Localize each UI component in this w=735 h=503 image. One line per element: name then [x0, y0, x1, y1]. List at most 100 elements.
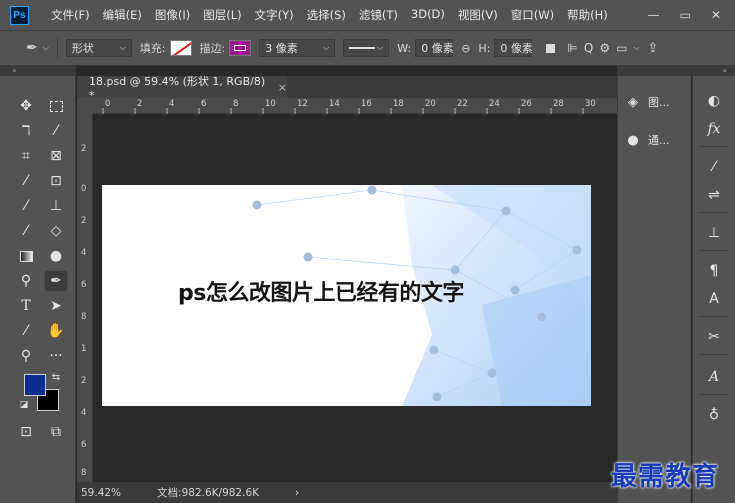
- dodge-tool-icon[interactable]: ⚲: [15, 271, 37, 291]
- blur-tool-icon[interactable]: ●: [45, 246, 67, 266]
- stroke-width-select[interactable]: 3 像素 ⌵: [259, 39, 336, 57]
- ruler-corner[interactable]: [77, 98, 93, 114]
- options-bar: ✒ ⌵ 形状 ⌵ 填充: 描边: 3 像素 ⌵ ⌵ W: 0 像素 ⊖ H: 0: [0, 30, 735, 66]
- glyphs-icon[interactable]: A: [701, 366, 727, 388]
- app-logo: Ps: [10, 5, 29, 25]
- stroke-swatch[interactable]: [229, 40, 252, 56]
- history-brush-tool-icon[interactable]: ⁄: [15, 221, 37, 241]
- divider: [56, 37, 58, 59]
- stroke-type-select[interactable]: ⌵: [343, 39, 390, 57]
- menu-view[interactable]: 视图(V): [458, 7, 498, 23]
- ruler-label: 16: [361, 99, 372, 109]
- clone-source-icon[interactable]: ⊥: [701, 222, 727, 244]
- path-operations-icon[interactable]: [546, 43, 556, 53]
- channels-panel-button[interactable]: ● 通...: [624, 126, 686, 154]
- pen-tool-icon[interactable]: ✒: [45, 271, 67, 291]
- screen-mode-icon[interactable]: ⧉: [45, 422, 67, 442]
- menu-filter[interactable]: 滤镜(T): [359, 7, 398, 23]
- minimize-button[interactable]: —: [648, 8, 660, 22]
- menu-layer[interactable]: 图层(L): [203, 7, 241, 23]
- toolbar-collapse-strip[interactable]: «: [0, 66, 76, 76]
- close-button[interactable]: ✕: [711, 8, 721, 22]
- image-headline-text[interactable]: ps怎么改图片上已经有的文字: [178, 275, 464, 307]
- line-tool-icon[interactable]: ⁄: [15, 321, 37, 341]
- ruler-label: 12: [297, 99, 308, 109]
- document-tab[interactable]: 18.psd @ 59.4% (形状 1, RGB/8) * ×: [77, 75, 287, 102]
- menu-3d[interactable]: 3D(D): [411, 7, 445, 23]
- menu-edit[interactable]: 编辑(E): [103, 7, 142, 23]
- character-icon[interactable]: A: [701, 288, 727, 310]
- eraser-tool-icon[interactable]: ◇: [45, 221, 67, 241]
- width-input[interactable]: 0 像素: [415, 39, 454, 57]
- foreground-color-swatch[interactable]: [24, 374, 46, 396]
- chevron-down-icon: ⌵: [377, 43, 384, 52]
- spot-healing-tool-icon[interactable]: ⊡: [45, 171, 67, 191]
- menu-help[interactable]: 帮助(H): [567, 7, 608, 23]
- close-tab-icon[interactable]: ×: [278, 81, 287, 94]
- fill-label: 填充:: [139, 42, 166, 55]
- magic-wand-tool-icon[interactable]: ⁄: [45, 121, 67, 141]
- width-value: 0 像素: [421, 42, 454, 55]
- document-image[interactable]: ps怎么改图片上已经有的文字: [102, 185, 591, 406]
- more-tools-icon[interactable]: ···: [45, 346, 67, 366]
- channels-panel-label: 通...: [648, 134, 670, 147]
- paragraph-icon[interactable]: ¶: [701, 260, 727, 282]
- tools-panel: ✥ ℸ ⁄ ⌗ ⊠ ⁄ ⊡ ⁄ ⊥ ⁄ ◇ ● ⚲ ✒ T ➤ ⁄ ✋ ⚲ ··…: [0, 76, 76, 503]
- properties-icon[interactable]: ⇌: [701, 184, 727, 206]
- divider: [699, 212, 729, 213]
- eyedropper-tool-icon[interactable]: ⁄: [15, 171, 37, 191]
- width-label: W:: [397, 41, 412, 55]
- search-icon[interactable]: Q: [584, 41, 593, 55]
- ruler-label: 6: [201, 99, 207, 109]
- link-icon[interactable]: ⊖: [461, 42, 470, 55]
- type-tool-icon[interactable]: T: [15, 296, 37, 316]
- path-alignment-icon[interactable]: ⊫: [567, 41, 577, 55]
- zoom-tool-icon[interactable]: ⚲: [15, 346, 37, 366]
- learn-lightbulb-icon[interactable]: ♁: [701, 404, 727, 426]
- panels-dock: ◈ 图... ● 通...: [617, 76, 691, 503]
- vertical-ruler[interactable]: 2 0 2 4 6 8 1 2 4 6 8: [77, 114, 93, 482]
- restore-button[interactable]: ▭: [680, 8, 691, 22]
- pen-tool-preset[interactable]: ✒ ⌵: [26, 40, 49, 56]
- default-colors-icon[interactable]: ◪: [17, 398, 31, 412]
- settings-gear-icon[interactable]: ⚙: [599, 41, 610, 55]
- menu-type[interactable]: 文字(Y): [255, 7, 294, 23]
- ruler-label: 28: [553, 99, 564, 109]
- height-input[interactable]: 0 像素: [494, 39, 533, 57]
- divider: [699, 394, 729, 395]
- menu-image[interactable]: 图像(I): [155, 7, 190, 23]
- stamp-tool-icon[interactable]: ⊥: [45, 196, 67, 216]
- panel-collapse-strip[interactable]: »: [617, 66, 735, 76]
- adjustments-icon[interactable]: ◐: [701, 90, 727, 112]
- menu-window[interactable]: 窗口(W): [511, 7, 554, 23]
- crop-tool-icon[interactable]: ⌗: [15, 146, 37, 166]
- status-menu-arrow-icon[interactable]: ›: [295, 487, 299, 499]
- share-icon[interactable]: ⇪: [648, 41, 659, 56]
- menu-select[interactable]: 选择(S): [307, 7, 346, 23]
- menu-file[interactable]: 文件(F): [51, 7, 90, 23]
- lasso-tool-icon[interactable]: ℸ: [15, 121, 37, 141]
- tool-presets-icon[interactable]: ✂: [701, 326, 727, 348]
- status-bar: 59.42% 文档:982.6K/982.6K ›: [77, 482, 617, 503]
- zoom-level[interactable]: 59.42%: [81, 487, 121, 499]
- frame-tool-icon[interactable]: ⊠: [45, 146, 67, 166]
- brush-tool-icon[interactable]: ⁄: [15, 196, 37, 216]
- fill-swatch[interactable]: [169, 40, 192, 56]
- horizontal-ruler[interactable]: 0 2 4 6 8 10 12 14 16 18 20 22 24 26 28 …: [93, 98, 617, 114]
- gradient-tool-icon[interactable]: [15, 246, 37, 266]
- move-tool-icon[interactable]: ✥: [15, 96, 37, 116]
- path-selection-tool-icon[interactable]: ➤: [45, 296, 67, 316]
- layers-panel-button[interactable]: ◈ 图...: [624, 88, 686, 116]
- panel-toggle-icon[interactable]: ▭: [616, 41, 627, 55]
- ruler-label: 18: [393, 99, 404, 109]
- document-size[interactable]: 文档:982.6K/982.6K: [157, 485, 259, 500]
- ruler-label: 2: [81, 376, 87, 386]
- hand-tool-icon[interactable]: ✋: [45, 321, 67, 341]
- brush-settings-icon[interactable]: ⁄: [701, 156, 727, 178]
- height-value: 0 像素: [500, 42, 533, 55]
- tool-mode-select[interactable]: 形状 ⌵: [65, 39, 132, 57]
- styles-fx-icon[interactable]: fx: [701, 118, 727, 140]
- marquee-tool-icon[interactable]: [45, 96, 67, 116]
- quick-mask-icon[interactable]: ⊡: [15, 422, 37, 442]
- swap-colors-icon[interactable]: ⇆: [49, 370, 63, 384]
